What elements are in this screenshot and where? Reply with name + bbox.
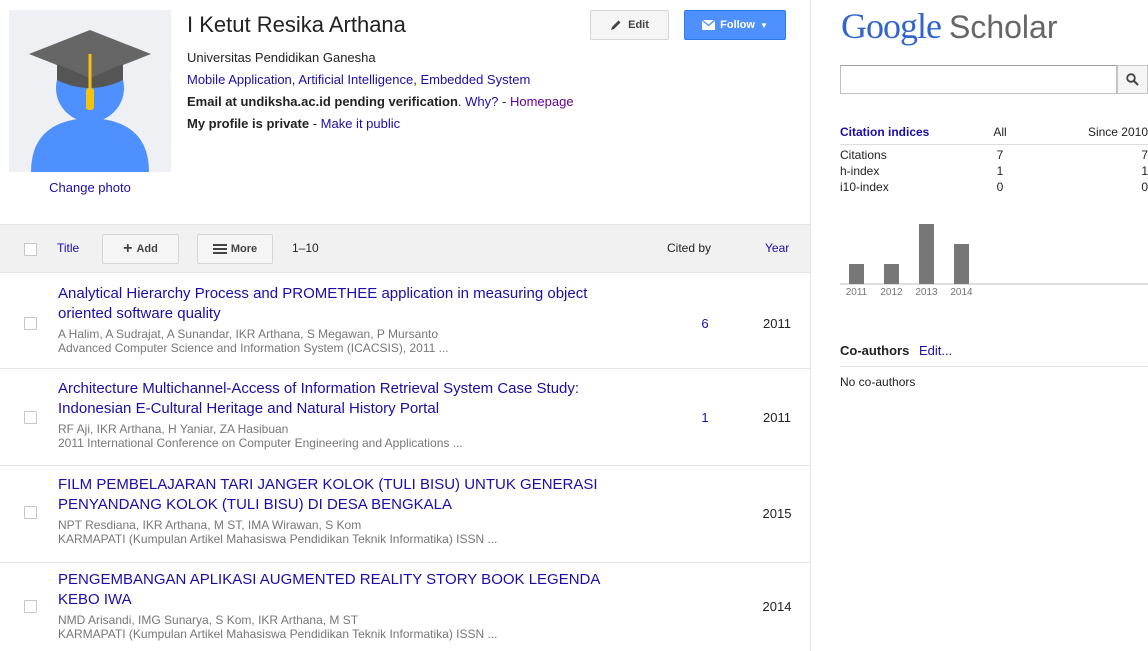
article-checkbox[interactable] xyxy=(24,317,37,330)
sort-by-year[interactable]: Year xyxy=(765,241,789,255)
article-year: 2015 xyxy=(762,506,792,521)
select-all-checkbox[interactable] xyxy=(24,243,37,256)
no-coauthors-text: No co-authors xyxy=(840,375,916,389)
article-year: 2014 xyxy=(762,599,792,614)
article-authors: RF Aji, IKR Arthana, H Yaniar, ZA Hasibu… xyxy=(58,422,289,436)
profile-name: I Ketut Resika Arthana xyxy=(187,12,406,37)
google-scholar-logo[interactable]: Google Scholar xyxy=(841,5,1057,47)
citation-row: h-index 1 1 xyxy=(840,164,1148,178)
cited-by-count[interactable]: 1 xyxy=(690,410,720,425)
articles-toolbar: Title + Add More 1–10 Cited by Year xyxy=(0,224,810,273)
more-button[interactable]: More xyxy=(197,234,273,264)
article-row: Analytical Hierarchy Process and PROMETH… xyxy=(0,273,810,369)
why-link[interactable]: Why? xyxy=(465,94,498,109)
coauthors-header: Co-authors Edit... xyxy=(840,343,953,358)
interest-link[interactable]: Artificial Intelligence xyxy=(298,72,413,87)
article-checkbox[interactable] xyxy=(24,506,37,519)
article-venue: KARMAPATI (Kumpulan Artikel Mahasiswa Pe… xyxy=(58,627,498,641)
article-authors: NPT Resdiana, IKR Arthana, M ST, IMA Wir… xyxy=(58,518,362,532)
logo-scholar: Scholar xyxy=(948,9,1058,45)
follow-button[interactable]: Follow ▼ xyxy=(684,10,786,40)
article-row: Architecture Multichannel-Access of Info… xyxy=(0,369,810,466)
citation-row: i10-index 0 0 xyxy=(840,180,1148,194)
edit-button[interactable]: Edit xyxy=(590,10,669,40)
profile-photo[interactable] xyxy=(9,10,171,172)
plus-icon: + xyxy=(123,240,133,257)
coauthors-divider xyxy=(840,366,1148,367)
chart-bar-2012[interactable] xyxy=(884,264,899,284)
article-checkbox[interactable] xyxy=(24,411,37,424)
chevron-down-icon: ▼ xyxy=(759,20,768,30)
chart-bar-2014[interactable] xyxy=(954,244,969,284)
sidebar: Google Scholar Citation indices All Since… xyxy=(811,0,1148,651)
avatar-graduate-icon xyxy=(9,10,171,172)
sort-by-cited[interactable]: Cited by xyxy=(667,241,711,255)
chart-tick-label: 2014 xyxy=(950,287,973,298)
logo-google: Google xyxy=(841,6,942,46)
article-year: 2011 xyxy=(763,316,791,331)
sort-by-title[interactable]: Title xyxy=(57,241,79,255)
article-title[interactable]: FILM PEMBELAJARAN TARI JANGER KOLOK (TUL… xyxy=(58,475,618,515)
email-verification: Email at undiksha.ac.id pending verifica… xyxy=(187,94,574,109)
search-icon xyxy=(1126,73,1139,86)
citation-header-row: Citation indices All Since 2010 xyxy=(840,125,1148,145)
menu-icon xyxy=(212,244,227,254)
chart-tick-label: 2012 xyxy=(880,287,903,298)
chart-bar-2011[interactable] xyxy=(849,264,864,284)
interest-link[interactable]: Mobile Application xyxy=(187,72,292,87)
article-title[interactable]: Analytical Hierarchy Process and PROMETH… xyxy=(58,284,618,324)
profile-main: Change photo I Ketut Resika Arthana Univ… xyxy=(0,0,810,651)
coauthors-edit-link[interactable]: Edit... xyxy=(919,343,952,358)
article-row: FILM PEMBELAJARAN TARI JANGER KOLOK (TUL… xyxy=(0,466,810,563)
article-venue: KARMAPATI (Kumpulan Artikel Mahasiswa Pe… xyxy=(58,532,498,546)
cited-by-count[interactable]: 6 xyxy=(690,316,720,331)
make-public-link[interactable]: Make it public xyxy=(321,116,400,131)
envelope-icon xyxy=(702,20,716,30)
article-venue: 2011 International Conference on Compute… xyxy=(58,436,463,450)
profile-interests: Mobile Application, Artificial Intellige… xyxy=(187,72,531,87)
citations-per-year-chart: 2011 2012 2013 2014 xyxy=(840,224,1148,298)
add-button[interactable]: + Add xyxy=(102,234,179,264)
change-photo-link[interactable]: Change photo xyxy=(0,180,180,195)
article-row: PENGEMBANGAN APLIKASI AUGMENTED REALITY … xyxy=(0,563,810,651)
citation-indices-table: Citation indices All Since 2010 Citation… xyxy=(840,125,1148,196)
chart-tick-label: 2011 xyxy=(846,287,868,298)
article-checkbox[interactable] xyxy=(24,600,37,613)
profile-affiliation: Universitas Pendidikan Ganesha xyxy=(187,50,376,65)
chart-tick-label: 2013 xyxy=(915,287,938,298)
citation-indices-title[interactable]: Citation indices xyxy=(840,125,929,139)
pencil-icon xyxy=(611,20,621,30)
search-button[interactable] xyxy=(1117,65,1148,94)
search-input[interactable] xyxy=(840,65,1117,94)
homepage-link[interactable]: Homepage xyxy=(510,94,574,109)
article-venue: Advanced Computer Science and Informatio… xyxy=(58,341,449,355)
article-year: 2011 xyxy=(763,410,791,425)
citation-row: Citations 7 7 xyxy=(840,148,1148,162)
interest-link[interactable]: Embedded System xyxy=(420,72,530,87)
privacy-status: My profile is private - Make it public xyxy=(187,116,401,131)
chart-bar-2013[interactable] xyxy=(919,224,934,284)
article-authors: NMD Arisandi, IMG Sunarya, S Kom, IKR Ar… xyxy=(58,613,359,627)
col-all: All xyxy=(993,125,1007,139)
pagination-range: 1–10 xyxy=(292,241,319,255)
col-since: Since 2010 xyxy=(1087,125,1148,139)
article-title[interactable]: Architecture Multichannel-Access of Info… xyxy=(58,379,618,419)
article-title[interactable]: PENGEMBANGAN APLIKASI AUGMENTED REALITY … xyxy=(58,570,618,610)
article-authors: A Halim, A Sudrajat, A Sunandar, IKR Art… xyxy=(58,327,439,341)
